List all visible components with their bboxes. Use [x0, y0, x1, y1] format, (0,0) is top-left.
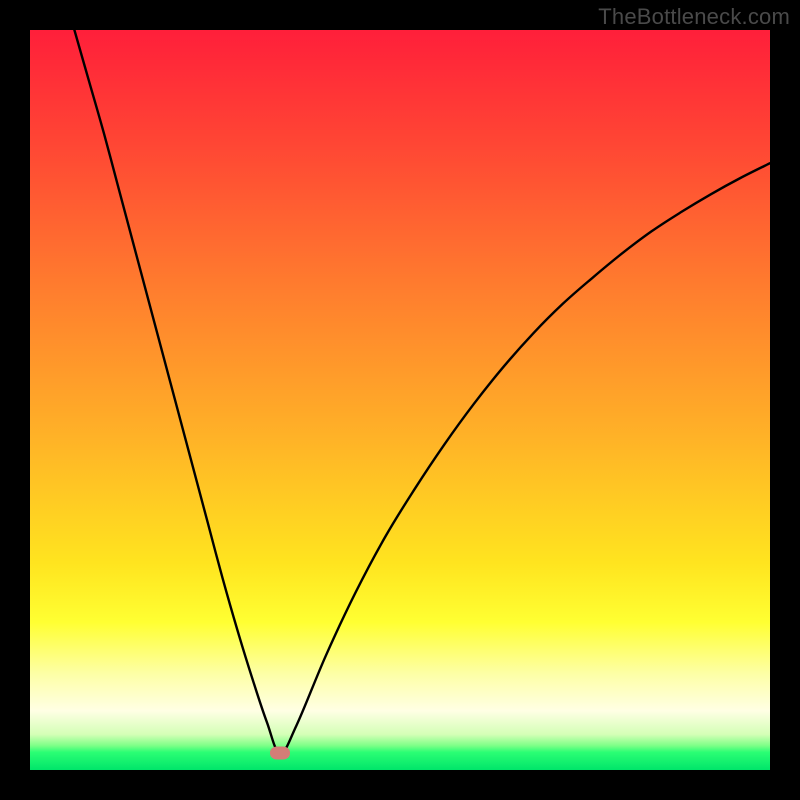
watermark-text: TheBottleneck.com [598, 4, 790, 30]
optimum-marker [270, 746, 290, 759]
bottleneck-curve [30, 30, 770, 770]
plot-area [30, 30, 770, 770]
chart-frame: TheBottleneck.com [0, 0, 800, 800]
